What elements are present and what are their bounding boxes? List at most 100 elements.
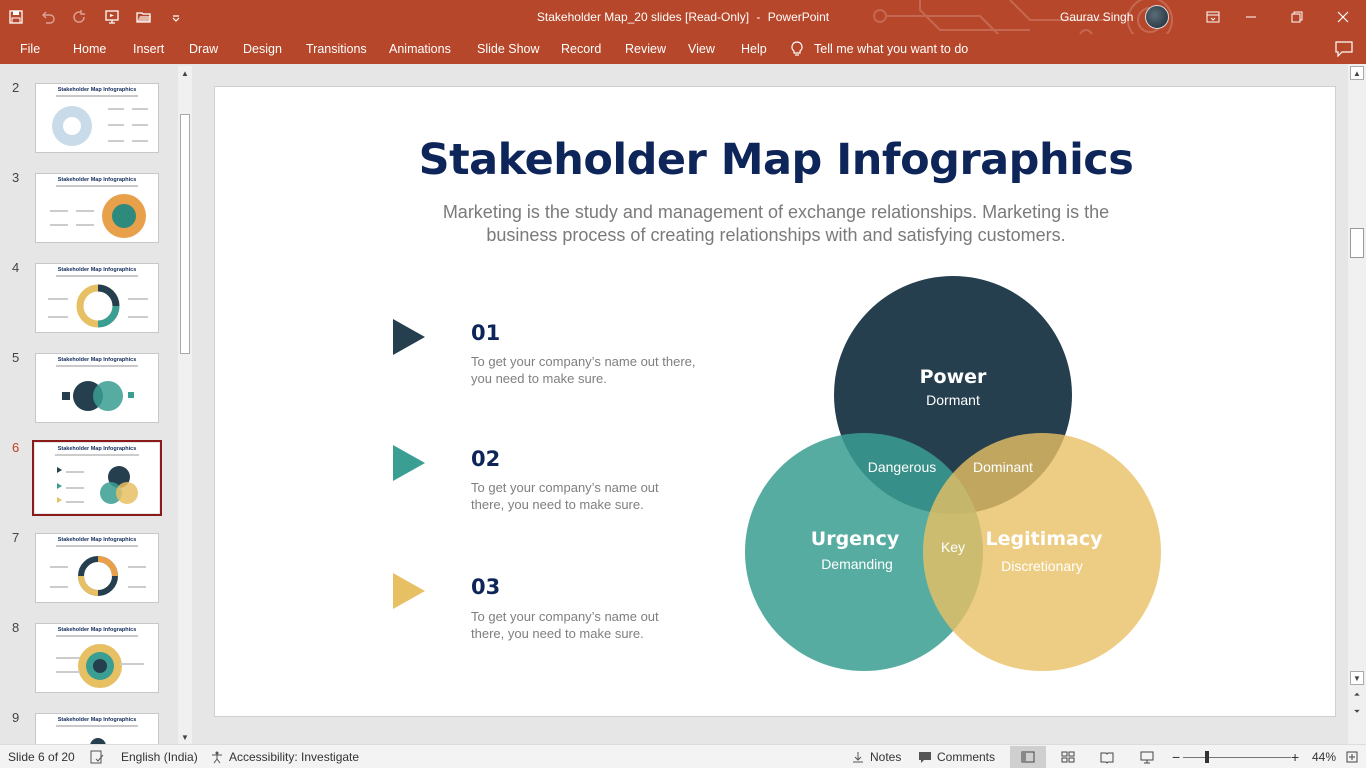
- slide-canvas[interactable]: Stakeholder Map Infographics Marketing i…: [214, 86, 1336, 717]
- accessibility-icon: [212, 751, 222, 764]
- thumbnail-graphic: [50, 194, 146, 238]
- slide-thumbnail-row[interactable]: 7 Stakeholder Map Infographics: [0, 514, 176, 604]
- slide-thumbnail-row[interactable]: 5 Stakeholder Map Infographics: [0, 334, 176, 424]
- tab-view[interactable]: View: [682, 34, 721, 64]
- tab-home[interactable]: Home: [67, 34, 112, 64]
- save-icon[interactable]: [0, 0, 32, 34]
- dominant-label: Dominant: [973, 459, 1033, 475]
- scroll-up-arrow-icon[interactable]: ▲: [178, 66, 192, 80]
- tab-file[interactable]: File: [14, 34, 46, 64]
- tab-draw[interactable]: Draw: [183, 34, 224, 64]
- item-description[interactable]: To get your company’s name out there, yo…: [471, 479, 721, 513]
- document-name: Stakeholder Map_20 slides [Read-Only]: [536, 10, 750, 24]
- slide-thumbnail[interactable]: Stakeholder Map Infographics: [35, 533, 159, 603]
- tab-design[interactable]: Design: [237, 34, 288, 64]
- legitimacy-label: Legitimacy: [986, 528, 1104, 550]
- item-description[interactable]: To get your company’s name out there, yo…: [471, 353, 721, 387]
- slide-thumbnail-row[interactable]: 3 Stakeholder Map Infographics: [0, 154, 176, 244]
- tab-transitions[interactable]: Transitions: [300, 34, 373, 64]
- thumbnail-graphic: [48, 284, 148, 328]
- tab-slide-show[interactable]: Slide Show: [471, 34, 546, 64]
- slide-number: 6: [12, 440, 20, 455]
- zoom-slider-track[interactable]: [1183, 757, 1291, 758]
- slide-subtitle[interactable]: Marketing is the study and management of…: [425, 201, 1127, 247]
- slide-thumbnail[interactable]: Stakeholder Map Infographics: [35, 623, 159, 693]
- urgency-sublabel: Demanding: [821, 556, 893, 572]
- fit-slide-icon[interactable]: [1345, 745, 1359, 768]
- lightbulb-icon: [791, 41, 803, 56]
- slide-thumbnail-row[interactable]: 4 Stakeholder Map Infographics: [0, 244, 176, 334]
- window-controls: [1228, 0, 1366, 34]
- power-label: Power: [920, 366, 987, 388]
- tab-animations[interactable]: Animations: [383, 34, 457, 64]
- selected-slide-thumbnail[interactable]: Stakeholder Map Infographics: [32, 440, 162, 516]
- language-indicator[interactable]: English (India): [121, 745, 198, 768]
- slide-number: 9: [12, 710, 20, 725]
- normal-view-icon[interactable]: [1010, 746, 1046, 768]
- open-folder-icon[interactable]: [128, 0, 160, 34]
- customize-toolbar-icon[interactable]: [160, 0, 192, 34]
- thumbnail-graphic: [90, 738, 106, 744]
- close-icon[interactable]: [1320, 0, 1366, 34]
- tab-review[interactable]: Review: [619, 34, 672, 64]
- comment-icon: [919, 752, 931, 763]
- power-sublabel: Dormant: [926, 392, 980, 408]
- slide-show-view-icon[interactable]: [1129, 746, 1165, 768]
- scrollbar-thumb[interactable]: [1350, 228, 1364, 258]
- next-slide-icon[interactable]: ⏷: [1350, 705, 1364, 719]
- tab-help[interactable]: Help: [735, 34, 773, 64]
- tab-record[interactable]: Record: [555, 34, 607, 64]
- slide-thumbnail-row[interactable]: 8 Stakeholder Map Infographics: [0, 604, 176, 694]
- slide-thumbnail-panel: 2 Stakeholder Map Infographics 3 Stakeho…: [0, 64, 196, 744]
- thumbnail-scrollbar[interactable]: ▲ ▼: [178, 66, 192, 744]
- tell-me-search[interactable]: Tell me what you want to do: [790, 34, 968, 64]
- slide-scrollbar[interactable]: ▲ ▼ ⏶ ⏷: [1348, 64, 1366, 744]
- comments-label: Comments: [937, 750, 996, 764]
- slide-thumbnail[interactable]: Stakeholder Map Infographics: [35, 353, 159, 423]
- scrollbar-thumb[interactable]: [180, 114, 190, 354]
- thumbnail-graphic: [56, 644, 144, 688]
- accessibility-checker[interactable]: Accessibility: Investigate: [210, 745, 359, 768]
- avatar[interactable]: [1145, 5, 1170, 29]
- slide-thumbnail[interactable]: Stakeholder Map Infographics: [35, 263, 159, 333]
- zoom-level[interactable]: 44%: [1312, 745, 1336, 768]
- slide-thumbnail-row[interactable]: 9 Stakeholder Map Infographics: [0, 694, 176, 744]
- scroll-down-arrow-icon[interactable]: ▼: [178, 730, 192, 744]
- slide-number: 5: [12, 350, 20, 365]
- scroll-down-arrow-icon[interactable]: ▼: [1350, 671, 1364, 685]
- tab-insert[interactable]: Insert: [127, 34, 170, 64]
- slide-sorter-view-icon[interactable]: [1050, 746, 1086, 768]
- redo-icon[interactable]: [64, 0, 96, 34]
- undo-icon[interactable]: [32, 0, 64, 34]
- item-number[interactable]: 02: [471, 447, 500, 471]
- spell-check-icon[interactable]: [90, 745, 104, 768]
- item-number[interactable]: 03: [471, 575, 500, 599]
- zoom-out-button[interactable]: −: [1172, 745, 1180, 768]
- comments-pane-icon[interactable]: [1330, 34, 1358, 64]
- slide-number: 2: [12, 80, 20, 95]
- restore-icon[interactable]: [1274, 0, 1320, 34]
- slide-thumbnail[interactable]: Stakeholder Map Infographics: [35, 83, 159, 153]
- item-number[interactable]: 01: [471, 321, 500, 345]
- zoom-slider-thumb[interactable]: [1205, 751, 1209, 763]
- reading-view-icon[interactable]: [1089, 746, 1125, 768]
- quick-access-toolbar: [0, 0, 192, 34]
- slide-thumbnail[interactable]: Stakeholder Map Infographics: [35, 713, 159, 744]
- user-account[interactable]: Gaurav Singh: [1060, 0, 1170, 34]
- app-name: PowerPoint: [767, 10, 830, 24]
- item-description-line: To get your company’s name out there,: [471, 354, 696, 369]
- venn-diagram[interactable]: Power Dormant Urgency Demanding Legitima…: [745, 272, 1165, 672]
- ribbon-tabs: File Home Insert Draw Design Transitions…: [0, 34, 1366, 64]
- item-description[interactable]: To get your company’s name out there, yo…: [471, 608, 721, 642]
- slide-thumbnail[interactable]: Stakeholder Map Infographics: [35, 173, 159, 243]
- subtitle-line-1: Marketing is the study and management of…: [442, 202, 1110, 222]
- scroll-up-arrow-icon[interactable]: ▲: [1350, 66, 1364, 80]
- zoom-in-button[interactable]: +: [1291, 745, 1299, 768]
- comments-button[interactable]: Comments: [918, 745, 995, 768]
- notes-button[interactable]: Notes: [851, 745, 901, 768]
- slide-title[interactable]: Stakeholder Map Infographics: [215, 135, 1337, 185]
- previous-slide-icon[interactable]: ⏶: [1350, 688, 1364, 702]
- present-from-start-icon[interactable]: [96, 0, 128, 34]
- slide-thumbnail-row[interactable]: 2 Stakeholder Map Infographics: [0, 64, 176, 154]
- minimize-icon[interactable]: [1228, 0, 1274, 34]
